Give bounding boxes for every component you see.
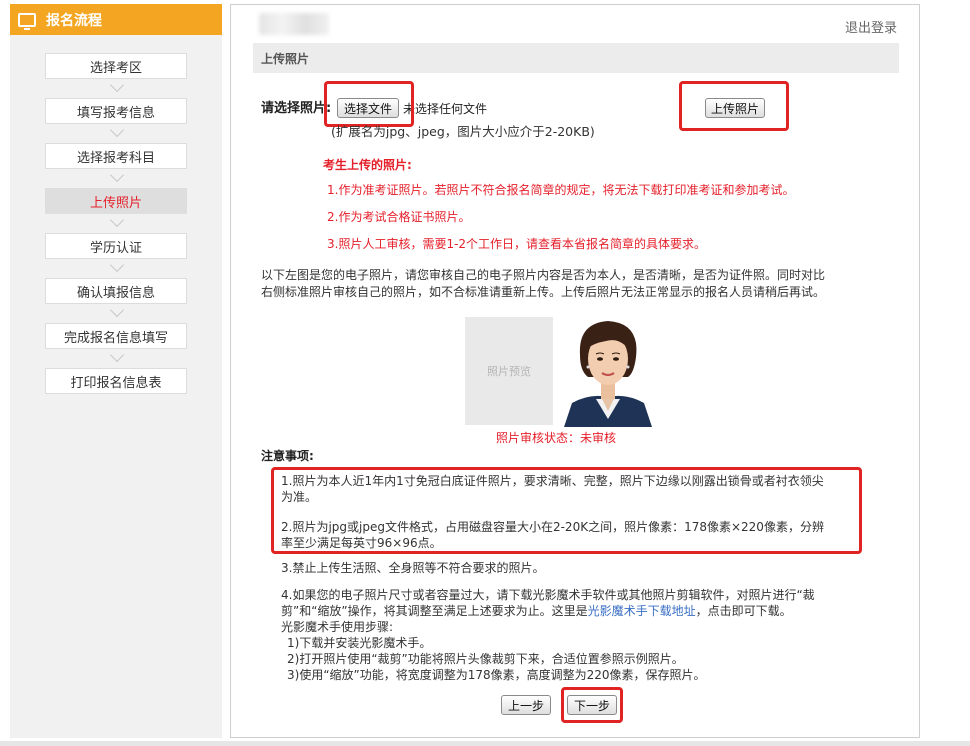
intro-text: 以下左图是您的电子照片，请您审核自己的电子照片内容是否为本人，是否清晰，是否为证… — [261, 268, 826, 282]
step-label: 上传照片 — [89, 195, 142, 211]
notice-item: 3.照片人工审核，需要1-2个工作日，请查看本省报名简章的具体要求。 — [327, 237, 707, 251]
step-label: 完成报名信息填写 — [63, 330, 168, 346]
next-step-button[interactable]: 下一步 — [567, 695, 617, 715]
chevron-down-icon — [109, 77, 125, 93]
step-confirm-info[interactable]: 确认填报信息 — [45, 278, 187, 304]
note-text: ，点击即可下载。 — [695, 604, 792, 618]
no-file-text: 未选择任何文件 — [403, 102, 488, 116]
note-item: 率至少满足每英寸96×96点。 — [281, 536, 442, 550]
note-item: 3.禁止上传生活照、全身照等不符合要求的照片。 — [281, 561, 545, 575]
chevron-down-icon — [109, 257, 125, 273]
upload-photo-button[interactable]: 上传照片 — [705, 98, 765, 118]
photo-preview-label: 照片预览 — [487, 365, 531, 378]
sidebar-title: 报名流程 — [46, 12, 102, 29]
note-item: 2.照片为jpg或jpeg文件格式，占用磁盘容量大小在2-20K之间，照片像素：… — [281, 520, 824, 534]
download-link[interactable]: 光影魔术手下载地址 — [588, 604, 696, 618]
tool-step: 3)使用“缩放”功能，将宽度调整为178像素，高度调整为220像素，保存照片。 — [287, 668, 706, 682]
notes-title: 注意事项: — [261, 449, 314, 463]
blurred-username — [259, 13, 329, 35]
step-print-form[interactable]: 打印报名信息表 — [45, 368, 187, 394]
notice-item: 2.作为考试合格证书照片。 — [327, 210, 471, 224]
upload-label: 请选择照片: — [261, 101, 332, 116]
note-text: 剪”和“缩放”操作，将其调整至满足上述要求为止。这里是 — [281, 604, 588, 618]
step-fill-info[interactable]: 填写报考信息 — [45, 98, 187, 124]
step-upload-photo[interactable]: 上传照片 — [45, 188, 187, 214]
intro-text: 右侧标准照片审核自己的照片，如不合标准请重新上传。上传后照片无法正常显示的报名人… — [261, 285, 826, 299]
note-item: 剪”和“缩放”操作，将其调整至满足上述要求为止。这里是光影魔术手下载地址，点击即… — [281, 603, 792, 619]
section-title: 上传照片 — [253, 43, 899, 73]
chevron-down-icon — [109, 302, 125, 318]
step-select-exam-area[interactable]: 选择考区 — [45, 53, 187, 79]
sidebar: 报名流程 选择考区 填写报考信息 选择报考科目 上传照片 学历认证 确认填报信息… — [10, 4, 222, 738]
step-select-subjects[interactable]: 选择报考科目 — [45, 143, 187, 169]
tool-steps-title: 光影魔术手使用步骤: — [281, 620, 394, 634]
notice-item: 1.作为准考证照片。若照片不符合报名简章的规定，将无法下载打印准考证和参加考试。 — [327, 183, 795, 197]
step-complete-registration[interactable]: 完成报名信息填写 — [45, 323, 187, 349]
choose-file-button[interactable]: 选择文件 — [337, 98, 399, 118]
main-panel: 退出登录 上传照片 请选择照片: 选择文件 未选择任何文件 上传照片 (扩展名为… — [230, 4, 920, 738]
note-item: 4.如果您的电子照片尺寸或者容量过大，请下载光影魔术手软件或其他照片剪辑软件，对… — [281, 588, 815, 602]
tool-step: 1)下载并安装光影魔术手。 — [287, 636, 432, 650]
step-label: 确认填报信息 — [76, 285, 155, 301]
note-item: 为准。 — [281, 490, 318, 504]
step-label: 打印报名信息表 — [70, 375, 162, 391]
notice-title: 考生上传的照片: — [323, 158, 412, 172]
file-format-hint: (扩展名为jpg、jpeg，图片大小应介于2-20KB) — [331, 124, 595, 139]
sidebar-header: 报名流程 — [10, 4, 222, 35]
monitor-icon — [18, 12, 36, 30]
sample-photo — [562, 315, 654, 427]
prev-step-button[interactable]: 上一步 — [501, 695, 551, 715]
photo-preview: 照片预览 — [465, 317, 553, 425]
chevron-down-icon — [109, 212, 125, 228]
tool-step: 2)打开照片使用“裁剪”功能将照片头像裁剪下来，合适位置参照示例照片。 — [287, 652, 684, 666]
step-education-verify[interactable]: 学历认证 — [45, 233, 187, 259]
note-item: 1.照片为本人近1年内1寸免冠白底证件照片，要求清晰、完整，照片下边缘以刚露出锁… — [281, 474, 824, 488]
step-label: 选择考区 — [89, 60, 142, 76]
photo-status: 照片审核状态：未审核 — [496, 431, 617, 445]
step-label: 填写报考信息 — [76, 105, 155, 121]
logout-link[interactable]: 退出登录 — [845, 17, 897, 36]
chevron-down-icon — [109, 122, 125, 138]
step-label: 学历认证 — [89, 240, 142, 256]
step-label: 选择报考科目 — [76, 150, 155, 166]
chevron-down-icon — [109, 347, 125, 363]
bottom-scrollbar-track — [0, 741, 970, 746]
chevron-down-icon — [109, 167, 125, 183]
